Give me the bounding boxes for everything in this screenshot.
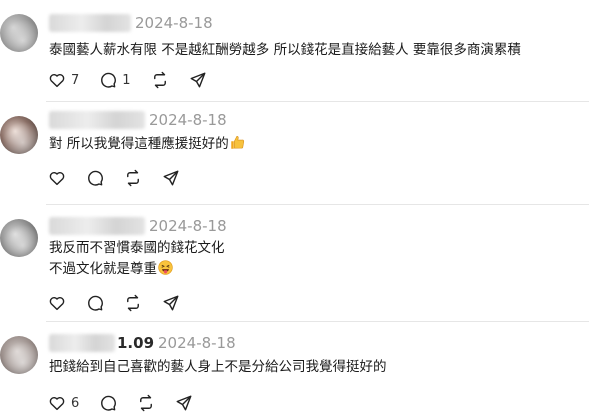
repost-button[interactable] xyxy=(124,294,142,312)
repost-icon xyxy=(127,169,139,187)
action-bar xyxy=(48,167,200,189)
comment-text: 我反而不習慣泰國的錢花文化 不過文化就是尊重 xyxy=(49,238,225,280)
comment-header: 2024-8-18 xyxy=(49,215,227,237)
comment-2: 2024-8-18 對 所以我覺得這種應援挺好的 xyxy=(0,102,589,202)
comment-text: 泰國藝人薪水有限 不是越紅酬勞越多 所以錢花是直接給藝人 要靠很多商演累積 xyxy=(49,40,521,61)
heart-icon xyxy=(49,171,65,186)
timestamp: 2024-8-18 xyxy=(149,217,227,235)
share-button[interactable] xyxy=(162,169,180,187)
avatar[interactable] xyxy=(0,219,38,257)
username[interactable] xyxy=(49,14,131,32)
avatar[interactable] xyxy=(0,116,38,154)
action-bar xyxy=(48,292,200,314)
repost-button[interactable] xyxy=(151,71,169,89)
timestamp: 2024-8-18 xyxy=(158,334,236,352)
comment-icon xyxy=(88,295,103,311)
send-icon xyxy=(176,395,192,411)
comment-line: 我反而不習慣泰國的錢花文化 xyxy=(49,240,225,256)
like-button[interactable]: 7 xyxy=(48,71,79,89)
reply-button[interactable] xyxy=(86,169,104,187)
tongue-face-icon xyxy=(158,260,173,275)
comment-header: 2024-8-18 xyxy=(49,12,213,34)
repost-button[interactable] xyxy=(124,169,142,187)
share-button[interactable] xyxy=(175,394,193,412)
comment-4: 1.09 2024-8-18 把錢給到自己喜歡的藝人身上不是分給公司我覺得挺好的… xyxy=(0,322,589,415)
share-button[interactable] xyxy=(189,71,207,89)
comment-header: 2024-8-18 xyxy=(49,109,227,131)
like-count: 7 xyxy=(71,72,80,88)
send-icon xyxy=(163,295,179,311)
reply-button[interactable]: 1 xyxy=(99,71,131,89)
send-icon xyxy=(190,72,206,88)
comment-line: 泰國藝人薪水有限 不是越紅酬勞越多 所以錢花是直接給藝人 要靠很多商演累積 xyxy=(49,42,521,58)
comment-icon xyxy=(88,170,103,186)
timestamp: 2024-8-18 xyxy=(149,111,227,129)
comment-feed: 2024-8-18 泰國藝人薪水有限 不是越紅酬勞越多 所以錢花是直接給藝人 要… xyxy=(0,0,589,415)
heart-icon xyxy=(49,396,65,411)
repost-icon xyxy=(127,294,139,312)
reply-button[interactable] xyxy=(86,294,104,312)
like-button[interactable] xyxy=(48,169,66,187)
repost-button[interactable] xyxy=(137,394,155,412)
timestamp: 2024-8-18 xyxy=(135,14,213,32)
comment-text: 把錢給到自己喜歡的藝人身上不是分給公司我覺得挺好的 xyxy=(49,357,387,378)
repost-icon xyxy=(140,394,153,412)
like-button[interactable]: 6 xyxy=(48,394,79,412)
action-bar: 6 xyxy=(48,392,213,414)
heart-icon xyxy=(49,73,65,88)
send-icon xyxy=(163,170,179,186)
comment-icon xyxy=(101,72,117,88)
reply-count: 1 xyxy=(122,72,131,88)
username-suffix[interactable]: 1.09 xyxy=(117,334,154,352)
reply-button[interactable] xyxy=(99,394,117,412)
repost-icon xyxy=(153,71,166,89)
action-bar: 7 1 xyxy=(48,69,227,91)
like-count: 6 xyxy=(71,395,80,411)
comment-3: 2024-8-18 我反而不習慣泰國的錢花文化 不過文化就是尊重 xyxy=(0,205,589,320)
like-button[interactable] xyxy=(48,294,66,312)
username[interactable] xyxy=(49,334,115,352)
thumbs-up-icon xyxy=(231,135,244,149)
heart-icon xyxy=(49,296,65,311)
comment-line: 對 所以我覺得這種應援挺好的 xyxy=(49,136,229,152)
comment-header: 1.09 2024-8-18 xyxy=(49,332,236,354)
username[interactable] xyxy=(49,111,145,129)
avatar[interactable] xyxy=(0,336,38,374)
comment-1: 2024-8-18 泰國藝人薪水有限 不是越紅酬勞越多 所以錢花是直接給藝人 要… xyxy=(0,0,589,100)
username[interactable] xyxy=(49,217,145,235)
comment-icon xyxy=(101,395,117,411)
comment-text: 對 所以我覺得這種應援挺好的 xyxy=(49,134,245,155)
avatar[interactable] xyxy=(0,14,38,52)
comment-line: 把錢給到自己喜歡的藝人身上不是分給公司我覺得挺好的 xyxy=(49,359,387,375)
comment-line: 不過文化就是尊重 xyxy=(49,261,157,277)
share-button[interactable] xyxy=(162,294,180,312)
